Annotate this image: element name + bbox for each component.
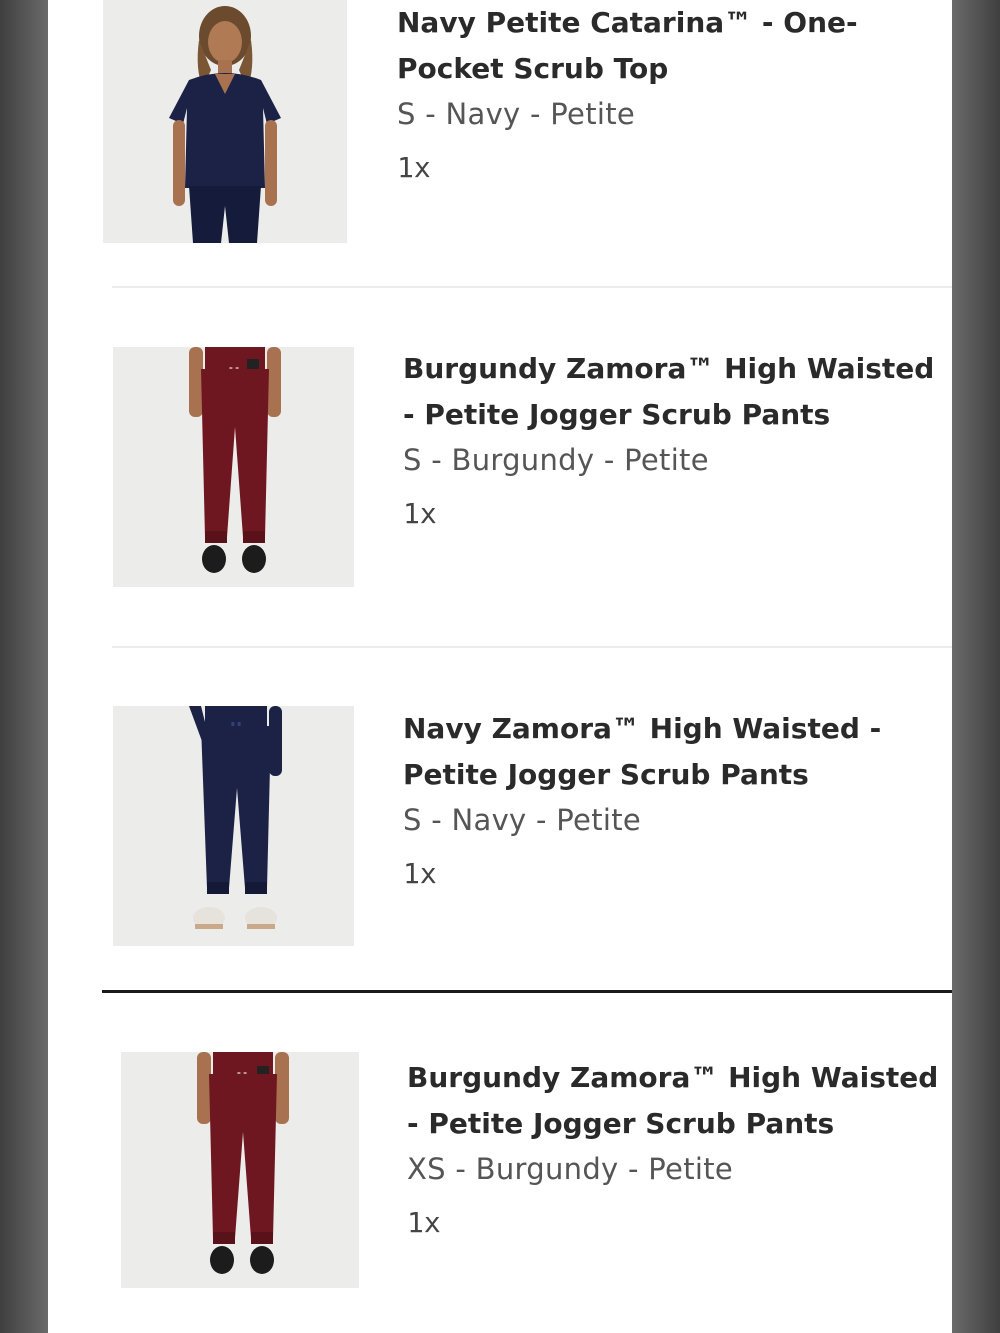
item-variant: S - Burgundy - Petite: [403, 443, 709, 477]
item-variant: S - Navy - Petite: [397, 97, 636, 131]
item-quantity: 1x: [403, 857, 437, 890]
product-image-burgundy-jogger-xs[interactable]: [121, 1052, 359, 1288]
item-quantity: 1x: [403, 497, 437, 530]
item-info: Burgundy Zamora™ High Waisted - Petite J…: [407, 1055, 938, 1243]
item-quantity: 1x: [397, 151, 431, 184]
item-variant: S - Navy - Petite: [403, 803, 642, 837]
product-image-burgundy-jogger[interactable]: [113, 347, 354, 587]
item-quantity: 1x: [407, 1206, 441, 1239]
item-info: Burgundy Zamora™ High Waisted - Petite J…: [403, 346, 934, 534]
cart-item: Navy Zamora™ High Waisted - Petite Jogge…: [48, 660, 952, 990]
item-title-line1[interactable]: Burgundy Zamora™ High Waisted: [403, 346, 934, 392]
bezel-right: [952, 0, 1000, 1333]
item-divider: [112, 286, 952, 288]
cart-item: Burgundy Zamora™ High Waisted - Petite J…: [48, 300, 952, 648]
item-title-line2[interactable]: Pocket Scrub Top: [397, 46, 858, 92]
item-title-line1[interactable]: Navy Zamora™ High Waisted -: [403, 706, 881, 752]
item-info: Navy Zamora™ High Waisted - Petite Jogge…: [403, 706, 881, 894]
item-title-line1[interactable]: Burgundy Zamora™ High Waisted: [407, 1055, 938, 1101]
cart-item: Navy Petite Catarina™ - One- Pocket Scru…: [48, 0, 952, 290]
cart-item: Burgundy Zamora™ High Waisted - Petite J…: [48, 1005, 952, 1333]
product-image-navy-scrub-top[interactable]: [103, 0, 347, 243]
item-title-line2[interactable]: - Petite Jogger Scrub Pants: [407, 1101, 938, 1147]
item-title-line2[interactable]: Petite Jogger Scrub Pants: [403, 752, 881, 798]
cart-screen: Navy Petite Catarina™ - One- Pocket Scru…: [48, 0, 952, 1333]
item-variant: XS - Burgundy - Petite: [407, 1152, 734, 1186]
item-info: Navy Petite Catarina™ - One- Pocket Scru…: [397, 0, 858, 188]
bezel-left: [0, 0, 48, 1333]
item-title-line1[interactable]: Navy Petite Catarina™ - One-: [397, 0, 858, 46]
product-image-navy-jogger[interactable]: [113, 706, 354, 946]
item-title-line2[interactable]: - Petite Jogger Scrub Pants: [403, 392, 934, 438]
item-divider: [112, 646, 952, 648]
section-divider: [102, 990, 952, 993]
